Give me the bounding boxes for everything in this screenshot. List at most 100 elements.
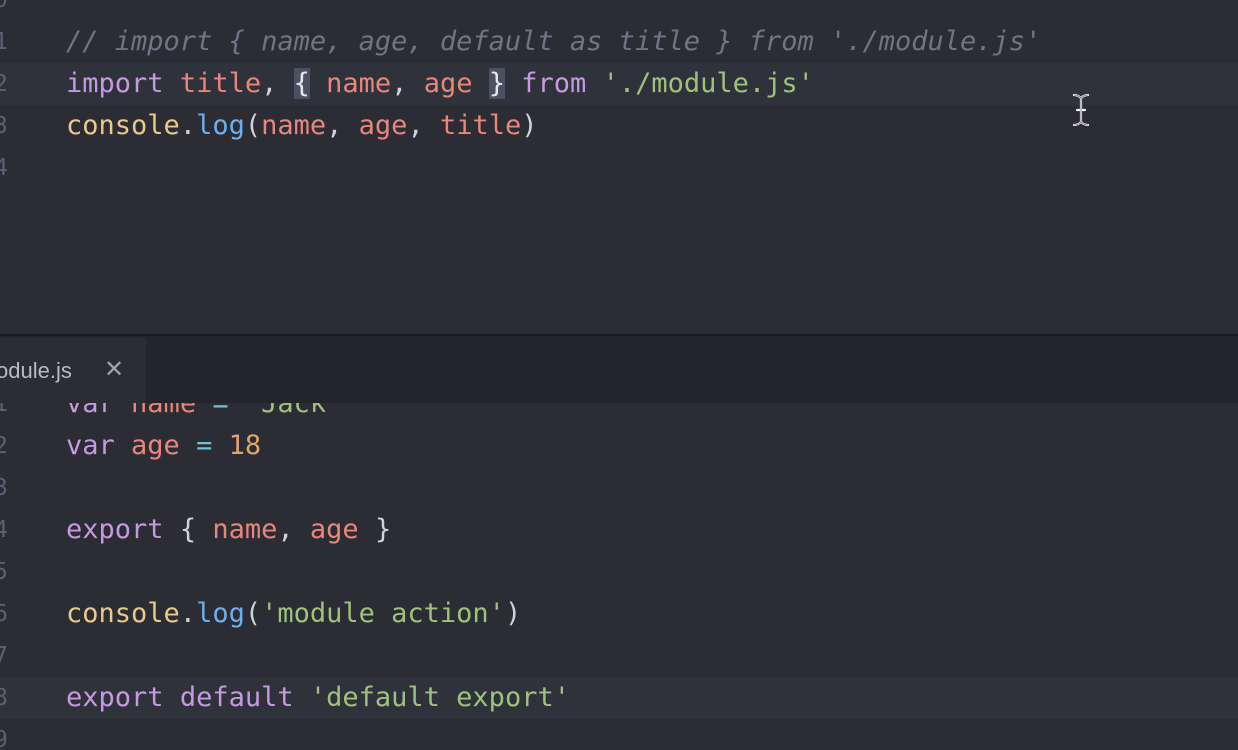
line-number: 7 xyxy=(0,643,8,669)
code-token: ( xyxy=(244,598,262,629)
editor-pane-main[interactable]: 0 1 // import { name, age, default as titl… xyxy=(0,0,1238,334)
code-token: age xyxy=(131,430,180,461)
code-token: , xyxy=(407,110,440,141)
editor-pane-module[interactable]: 1 var name = 'Jack' 2 var age = 18 3 4 export … xyxy=(0,403,1238,750)
code-line[interactable]: 1 var name = 'Jack' xyxy=(0,403,1238,425)
code-text[interactable]: console.log(name, age, title) xyxy=(66,105,538,147)
code-line[interactable]: 4 export { name, age } xyxy=(0,509,1238,551)
text-cursor-icon xyxy=(1072,93,1090,127)
code-token: 'module action' xyxy=(261,598,505,629)
code-token: ) xyxy=(504,598,522,629)
code-token: name xyxy=(261,110,327,141)
line-number: 4 xyxy=(0,517,8,543)
code-token: // import { name, age, default as title … xyxy=(66,26,1042,57)
code-token: ) xyxy=(521,110,538,141)
code-token: 18 xyxy=(228,430,262,461)
code-token: age xyxy=(309,514,359,545)
code-line[interactable]: 0 xyxy=(0,0,1238,21)
code-line[interactable]: 6 console.log('module action') xyxy=(0,593,1238,635)
code-token: 'Jack' xyxy=(244,403,343,419)
line-number: 3 xyxy=(0,113,8,139)
code-token: { xyxy=(179,514,197,545)
code-token: = xyxy=(196,430,213,461)
matched-bracket: { xyxy=(293,68,310,99)
line-number: 0 xyxy=(0,0,8,13)
code-line[interactable]: 9 xyxy=(0,719,1238,750)
code-line[interactable]: 4 xyxy=(0,147,1238,189)
code-token: default xyxy=(179,682,294,713)
code-text[interactable]: var age = 18 xyxy=(66,425,261,467)
code-token: . xyxy=(179,110,197,141)
matched-bracket: } xyxy=(488,68,505,99)
code-token: , xyxy=(391,68,424,99)
code-line[interactable]: 7 xyxy=(0,635,1238,677)
code-token: . xyxy=(179,598,197,629)
code-token: age xyxy=(358,110,408,141)
code-token: log xyxy=(196,110,245,141)
code-token: = xyxy=(212,403,229,419)
code-text[interactable]: var name = 'Jack' xyxy=(66,403,342,425)
line-number: 2 xyxy=(0,433,8,459)
code-line[interactable]: 3 xyxy=(0,467,1238,509)
code-token: from xyxy=(521,68,587,99)
code-text[interactable]: console.log('module action') xyxy=(66,593,521,635)
code-token: title xyxy=(179,68,262,99)
line-number: 1 xyxy=(0,29,8,55)
code-token: console xyxy=(66,110,180,141)
code-line[interactable]: 8 export default 'default export' xyxy=(0,677,1238,719)
code-token: name xyxy=(326,68,392,99)
tab-label: odule.js xyxy=(0,358,72,383)
code-text[interactable]: // import { name, age, default as title … xyxy=(66,21,1041,63)
code-token: } xyxy=(374,514,392,545)
code-token: ( xyxy=(244,110,262,141)
code-token: , xyxy=(326,110,359,141)
line-number: 8 xyxy=(0,685,8,711)
code-text[interactable]: export { name, age } xyxy=(66,509,391,551)
line-number: 5 xyxy=(0,559,8,585)
code-token: age xyxy=(423,68,473,99)
code-text[interactable]: import title, { name, age } from './modu… xyxy=(66,63,814,105)
close-icon[interactable]: ✕ xyxy=(104,338,124,403)
code-token: export xyxy=(66,514,164,545)
code-line[interactable]: 2 import title, { name, age } from './mod… xyxy=(0,63,1238,105)
line-number: 3 xyxy=(0,475,8,501)
tab-bar: odule.js ✕ xyxy=(0,336,1238,403)
code-token: console xyxy=(66,598,180,629)
line-number: 4 xyxy=(0,155,8,181)
line-number: 2 xyxy=(0,71,8,97)
code-line[interactable]: 1 // import { name, age, default as title… xyxy=(0,21,1238,63)
line-number: 6 xyxy=(0,601,8,627)
code-line[interactable]: 2 var age = 18 xyxy=(0,425,1238,467)
code-token: name xyxy=(131,403,197,419)
code-token: title xyxy=(439,110,522,141)
code-token: var xyxy=(66,403,115,419)
code-token: log xyxy=(196,598,245,629)
code-token: './module.js' xyxy=(602,68,814,99)
tab-module-js[interactable]: odule.js ✕ xyxy=(0,338,146,403)
code-token: 'default export' xyxy=(309,682,570,713)
line-number: 1 xyxy=(0,403,8,417)
code-token: , xyxy=(277,514,310,545)
code-line[interactable]: 5 xyxy=(0,551,1238,593)
code-line[interactable]: 3 console.log(name, age, title) xyxy=(0,105,1238,147)
code-token: name xyxy=(212,514,278,545)
code-token: import xyxy=(66,68,164,99)
code-token: export xyxy=(66,682,164,713)
code-text[interactable]: export default 'default export' xyxy=(66,677,570,719)
code-token: var xyxy=(66,430,115,461)
